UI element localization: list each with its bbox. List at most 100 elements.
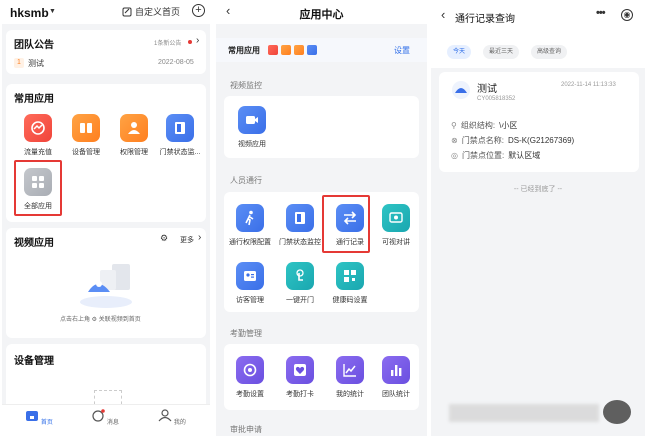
filter-last-three-days[interactable]: 最近三天: [483, 45, 520, 59]
heart-icon: [286, 356, 314, 384]
traffic-icon: [24, 114, 52, 142]
empty-video-illustration: [80, 264, 132, 308]
door-icon: [286, 204, 314, 232]
app-label: 考勤设置: [236, 391, 264, 398]
app-label: 可视对讲: [382, 239, 410, 246]
org-label: 组织结构:: [460, 121, 496, 130]
add-icon[interactable]: +: [192, 4, 205, 17]
back-icon[interactable]: ‹: [441, 7, 445, 22]
app-my-statistics[interactable]: 我的统计: [328, 356, 372, 399]
app-label: 团队统计: [382, 391, 410, 398]
common-apps-strip: 常用应用 设置: [216, 38, 427, 62]
filter-advanced-query[interactable]: 高级查询: [531, 45, 568, 59]
app-center-header: ‹ 应用中心: [216, 0, 427, 24]
more-icon[interactable]: •••: [596, 7, 606, 19]
floating-button[interactable]: [603, 400, 631, 424]
filter-today[interactable]: 今天: [447, 45, 472, 59]
settings-icon[interactable]: ⚙: [160, 233, 168, 244]
attendance-icon: [236, 356, 264, 384]
app-video[interactable]: 视频应用: [230, 106, 274, 149]
new-announcement-count: 1条新公告: [154, 41, 182, 47]
door-label: 门禁点名称:: [461, 136, 504, 145]
chevron-right-icon[interactable]: ›: [196, 35, 199, 46]
announcement-card[interactable]: 团队公告 1条新公告 › 1 测试 2022-08-05: [6, 30, 206, 74]
attendance-section-card: 考勤设置 考勤打卡 我的统计 团队统计: [224, 344, 419, 410]
chevron-right-icon[interactable]: ›: [198, 232, 201, 243]
permission-icon: [294, 45, 304, 55]
location-label: 门禁点位置:: [461, 151, 505, 160]
qrcode-icon: [336, 262, 364, 290]
home-header: hksmb ▼ 自定义首页 +: [2, 0, 210, 24]
video-apps-card: 视频应用 ⚙ 更多 › 点击右上角 ⚙ 关联视频到首页: [6, 228, 206, 338]
door-value: DS-K(G21267369): [507, 136, 575, 145]
app-video-intercom[interactable]: 可视对讲: [374, 204, 418, 247]
access-record-screen: ‹ 通行记录查询 ••• ◉ 今天 最近三天 高级查询 测试 2022-11-1…: [431, 0, 645, 436]
app-label: 权限管理: [120, 149, 148, 156]
home-screen: hksmb ▼ 自定义首页 + 团队公告 1条新公告 › 1 测试 2022-0…: [2, 0, 210, 436]
tab-mine[interactable]: 我的: [157, 409, 187, 426]
app-traffic-recharge[interactable]: 流量充值: [16, 114, 60, 157]
record-card[interactable]: 测试 2022-11-14 11:13:33 CY005818352 ⚲ 组织结…: [439, 72, 639, 172]
app-door-status[interactable]: 门禁状态监...: [158, 114, 202, 157]
message-icon: [92, 409, 105, 422]
intercom-icon: [382, 204, 410, 232]
watermark-blur: [449, 404, 599, 422]
app-one-tap-open[interactable]: 一键开门: [278, 262, 322, 305]
traffic-icon: [268, 45, 278, 55]
app-attendance-checkin[interactable]: 考勤打卡: [278, 356, 322, 399]
app-door-status-monitor[interactable]: 门禁状态监控: [278, 204, 322, 247]
app-permission-management[interactable]: 权限管理: [112, 114, 156, 157]
tab-home[interactable]: 首页: [24, 409, 54, 426]
record-header: ‹ 通行记录查询 ••• ◉: [431, 0, 645, 32]
tab-label: 消息: [106, 420, 119, 426]
app-device-management[interactable]: 设备管理: [64, 114, 108, 157]
app-team-statistics[interactable]: 团队统计: [374, 356, 418, 399]
device-icon: [72, 114, 100, 142]
app-access-permission-config[interactable]: 通行权限配置: [228, 204, 272, 247]
unread-dot: [188, 40, 192, 44]
announcement-badge: 1: [14, 58, 24, 68]
app-label: 视频应用: [238, 141, 266, 148]
edit-icon: [122, 7, 132, 16]
app-label: 访客管理: [236, 297, 264, 304]
app-label: 通行权限配置: [229, 239, 271, 246]
app-health-code-settings[interactable]: 健康码设置: [328, 262, 372, 305]
app-label: 设备管理: [72, 149, 100, 156]
announcement-title: 团队公告: [14, 40, 54, 51]
tap-icon: [286, 262, 314, 290]
app-label: 门禁状态监控: [279, 239, 321, 246]
announcement-date: 2022-08-05: [158, 59, 194, 66]
section-title-access: 人员通行: [230, 176, 262, 185]
app-visitor-management[interactable]: 访客管理: [228, 262, 272, 305]
page-title: 通行记录查询: [455, 14, 515, 25]
video-apps-title: 视频应用: [14, 238, 54, 249]
announcement-item[interactable]: 测试: [28, 58, 44, 69]
location-row: ◎ 门禁点位置: 默认区域: [451, 150, 540, 161]
record-code: CY005818352: [477, 96, 516, 102]
app-label: 流量充值: [24, 149, 52, 156]
visitor-icon: [236, 262, 264, 290]
permission-icon: [120, 114, 148, 142]
app-label: 一键开门: [286, 297, 314, 304]
close-icon[interactable]: ◉: [621, 9, 633, 21]
record-name: 测试: [477, 84, 497, 95]
video-hint: 点击右上角 ⚙ 关联视频到首页: [60, 317, 141, 323]
all-apps-highlight: [14, 160, 62, 216]
custom-home-button[interactable]: 自定义首页: [122, 5, 180, 18]
tab-label: 我的: [173, 420, 186, 426]
settings-link[interactable]: 设置: [394, 45, 410, 56]
more-link[interactable]: 更多: [180, 235, 194, 245]
record-time: 2022-11-14 11:13:33: [561, 82, 616, 88]
page-title: 应用中心: [299, 9, 344, 21]
door-icon: [166, 114, 194, 142]
app-label: 门禁状态监...: [159, 149, 201, 156]
end-of-list: -- 已经到底了 --: [513, 186, 563, 193]
tab-messages[interactable]: 消息: [90, 409, 120, 426]
device-icon: [281, 45, 291, 55]
section-title-attendance: 考勤管理: [230, 329, 262, 338]
app-center-screen: ‹ 应用中心 常用应用 设置 视频监控 视频应用 人员通行 通行权限配置 门禁状…: [216, 0, 427, 436]
app-attendance-settings[interactable]: 考勤设置: [228, 356, 272, 399]
workspace-dropdown-icon[interactable]: ▼: [49, 8, 56, 15]
workspace-name[interactable]: hksmb: [10, 6, 49, 20]
door-point-icon: ⊗: [451, 136, 458, 145]
